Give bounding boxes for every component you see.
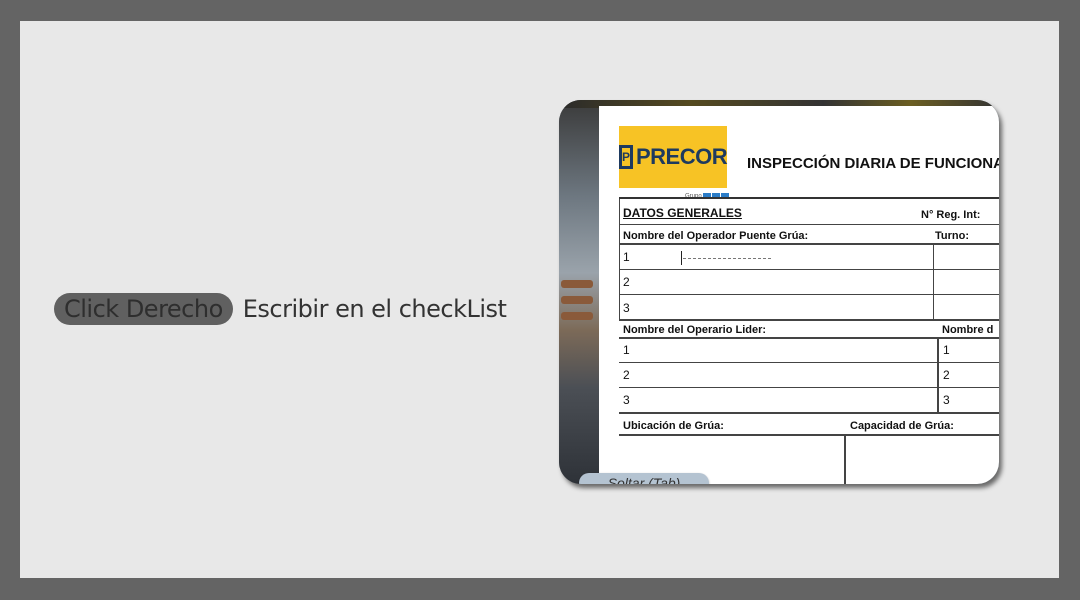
leader-row-2[interactable]: 2	[623, 368, 630, 382]
box-left	[619, 199, 620, 321]
row-line	[619, 434, 999, 436]
text-cursor	[681, 251, 682, 265]
precor-logo: P PRECOR	[618, 126, 728, 188]
row-line	[619, 387, 999, 388]
checklist-viewer[interactable]: P PRECOR Grupo INSPECCIÓN DIARIA DE FUNC…	[559, 100, 999, 484]
main-panel: Click Derecho Escribir en el checkList P…	[20, 21, 1059, 578]
row-line	[619, 269, 999, 270]
row-line	[619, 319, 999, 321]
column-divider	[933, 243, 934, 320]
precor-mark-icon: P	[618, 145, 633, 169]
instruction-text: Escribir en el checkList	[242, 295, 507, 323]
row-line	[619, 337, 999, 339]
instruction-hint: Click Derecho Escribir en el checkList	[54, 291, 507, 327]
column-divider	[844, 434, 846, 484]
shift-label: Turno:	[935, 230, 970, 242]
location-label: Ubicación de Grúa:	[623, 420, 724, 432]
operator-row-2[interactable]: 2	[623, 275, 630, 289]
second-row-1[interactable]: 1	[943, 343, 950, 357]
title-rule	[619, 197, 999, 199]
document-title: INSPECCIÓN DIARIA DE FUNCIONA	[747, 155, 999, 172]
warehouse-background	[559, 100, 599, 484]
operator-row-3[interactable]: 3	[623, 301, 630, 315]
row-line	[619, 243, 999, 245]
row-line	[619, 412, 999, 414]
capacity-label: Capacidad de Grúa:	[850, 420, 954, 432]
right-click-pill: Click Derecho	[54, 293, 233, 325]
operator-label: Nombre del Operador Puente Grúa:	[623, 230, 809, 242]
row-line	[619, 362, 999, 363]
column-divider	[937, 337, 939, 414]
text-input-guide	[683, 258, 771, 259]
row-line	[619, 294, 999, 295]
leader-row-1[interactable]: 1	[623, 343, 630, 357]
coil-icon	[561, 296, 593, 304]
second-label: Nombre d	[942, 324, 994, 336]
release-button[interactable]: Soltar (Tab)	[579, 473, 709, 484]
checklist-form[interactable]: P PRECOR Grupo INSPECCIÓN DIARIA DE FUNC…	[599, 106, 999, 484]
coil-icon	[561, 312, 593, 320]
coil-icon	[561, 280, 593, 288]
row-line	[619, 224, 999, 225]
reg-label: N° Reg. Int:	[921, 209, 981, 221]
leader-label: Nombre del Operario Lider:	[623, 324, 767, 336]
second-row-2[interactable]: 2	[943, 368, 950, 382]
leader-row-3[interactable]: 3	[623, 393, 630, 407]
operator-row-1[interactable]: 1	[623, 250, 630, 264]
section-general: DATOS GENERALES	[623, 206, 742, 220]
second-row-3[interactable]: 3	[943, 393, 950, 407]
logo-name: PRECOR	[635, 144, 728, 169]
